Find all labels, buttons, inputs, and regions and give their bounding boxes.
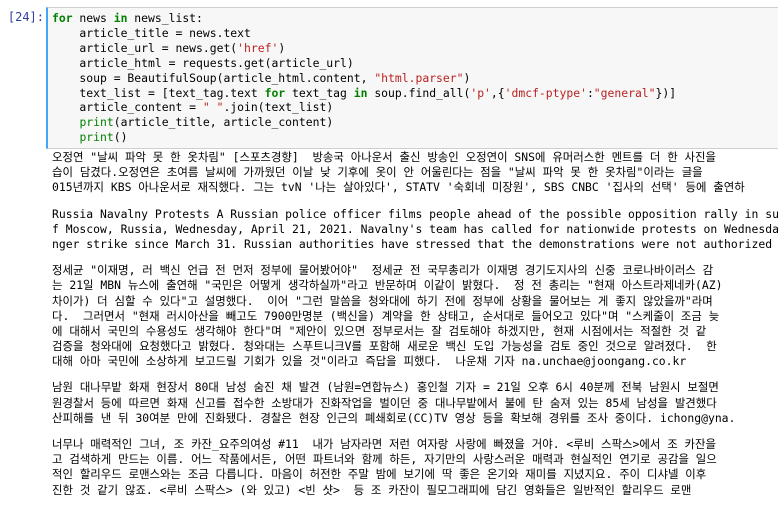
code-line[interactable]: soup = BeautifulSoup(article_html.conten… [52, 71, 778, 86]
code-token: article_url = news.get( [52, 40, 238, 55]
code-line[interactable]: article_url = news.get('href') [52, 41, 778, 56]
output-line: 검증을 청와대에 요청했다고 밝혔다. 청와대는 스푸트니크V를 포함해 새로운… [52, 339, 717, 354]
code-line[interactable]: print(article_title, article_content) [52, 115, 778, 130]
output-line: 대해 아마 국민에 소상하게 보고드릴 기회가 있을 것"이라고 즉답을 피했다… [52, 354, 687, 369]
code-token: news_list: [127, 11, 203, 25]
code-token: in [113, 11, 128, 25]
output-line: 015년까지 KBS 아나운서로 재직했다. 그는 tvN '나는 살아있다',… [52, 180, 745, 195]
code-token: " " [202, 100, 224, 115]
code-token: article_title = news.text [52, 25, 251, 40]
output-line: 적인 할리우드 로맨스와는 조금 다릅니다. 마음이 허전한 주말 밤에 보기에… [52, 467, 707, 482]
code-token: ,{ [490, 85, 505, 100]
code-token: print [79, 130, 114, 145]
code-token: ) [463, 70, 471, 85]
cell-prompt: [24]: [7, 10, 44, 24]
code-token: (article_title, article_content) [113, 115, 334, 130]
output-line: 원경찰서 등에 따르면 화재 신고를 접수한 소방대가 진화작업을 벌이던 중 … [52, 395, 717, 410]
output-line: 습이 담겼다.오정연은 초여름 날씨에 가까웠던 이날 낮 기후에 옷이 안 어… [52, 165, 703, 180]
code-line[interactable]: text_list = [text_tag.text for text_tag … [52, 86, 778, 101]
code-token: 'href' [237, 40, 279, 55]
output-article: 남원 대나무밭 화재 현장서 80대 남성 숨진 채 발견 (남원=연합뉴스) … [52, 380, 778, 426]
output-line: 는 21일 MBN 뉴스에 출연해 "국민은 어떻게 생각하실까"라고 반문하며… [52, 278, 723, 293]
output-article: 오정연 "날씨 파악 못 한 옷차림" [스포츠경향] 방송국 아나운서 출신 … [52, 150, 778, 196]
code-token: text_list = [text_tag.text [52, 85, 265, 100]
output-line: 에 대해서 국민의 수용성도 생각해야 한다"며 "제안이 있으면 정부로서는 … [52, 323, 707, 338]
code-token: soup = BeautifulSoup(article_html.conten… [52, 70, 375, 85]
output-line: 산피해를 낸 뒤 30여분 만에 진화됐다. 경찰은 현장 인근의 폐쇄회로(C… [52, 410, 736, 425]
output-line: 고 검색하게 만드는 이름. 어느 작품에서든, 어떤 파트너와 함께 하든, … [52, 452, 717, 467]
code-token: news [72, 11, 114, 25]
code-token: .join(text_list) [223, 100, 334, 115]
code-token: print [79, 115, 114, 130]
code-token: 'p' [470, 85, 491, 100]
code-token: () [113, 130, 128, 145]
code-token: : [586, 85, 594, 100]
output-line: nger strike since March 31. Russian auth… [52, 236, 778, 251]
code-token: 'dmcf-ptype' [504, 85, 587, 100]
code-token: in [353, 85, 368, 100]
output-article: 너무나 매력적인 그녀, 조 카잔_요주의여성 #11 내가 남자라면 저런 여… [52, 437, 778, 498]
code-line[interactable]: article_content = " ".join(text_list) [52, 100, 778, 115]
code-text[interactable]: for news in news_list: article_title = n… [48, 8, 778, 148]
code-token: article_content = [52, 100, 203, 115]
output-article: 정세균 "이재명, 러 백신 언급 전 먼저 정부에 물어봤어야" 정세균 전 … [52, 263, 778, 369]
output-line: 남원 대나무밭 화재 현장서 80대 남성 숨진 채 발견 (남원=연합뉴스) … [52, 380, 719, 395]
code-token: soup.find_all( [367, 85, 471, 100]
code-line[interactable]: print() [52, 130, 778, 145]
code-token: article_html = requests.get(article_url) [52, 55, 354, 70]
output-line: 오정연 "날씨 파악 못 한 옷차림" [스포츠경향] 방송국 아나운서 출신 … [52, 150, 716, 164]
output-line: 정세균 "이재명, 러 백신 언급 전 먼저 정부에 물어봤어야" 정세균 전 … [52, 263, 714, 278]
code-token: ) [278, 40, 286, 55]
output-article: Russia Navalny Protests A Russian police… [52, 207, 778, 253]
code-line[interactable]: article_title = news.text [52, 26, 778, 41]
code-token: "html.parser" [374, 70, 464, 85]
code-cell-editor[interactable]: for news in news_list: article_title = n… [46, 7, 778, 149]
code-line[interactable]: article_html = requests.get(article_url) [52, 56, 778, 71]
code-token: "general" [593, 85, 656, 100]
code-token: })] [655, 85, 677, 100]
output-line: Russia Navalny Protests A Russian police… [52, 206, 778, 221]
code-token: for [264, 85, 286, 100]
output-line: f Moscow, Russia, Wednesday, April 21, 2… [52, 221, 778, 236]
code-line[interactable]: for news in news_list: [52, 11, 778, 26]
cell-output-area: 오정연 "날씨 파악 못 한 옷차림" [스포츠경향] 방송국 아나운서 출신 … [52, 150, 778, 509]
code-token: text_tag [285, 85, 354, 100]
output-line: 진한 것 같기 않죠. <루비 스팍스> (와 있고) <빈 샷> 등 조 카잔… [52, 482, 692, 497]
code-token: for [52, 11, 73, 25]
output-line: 다. 그러면서 "현재 러시아산을 빼고도 7900만명분 (백신을) 계약을 … [52, 308, 720, 323]
output-line: 차이가) 더 심할 수 있다"고 설명했다. 이어 "그런 말씀을 청와대에 하… [52, 293, 713, 308]
output-line: 너무나 매력적인 그녀, 조 카잔_요주의여성 #11 내가 남자라면 저런 여… [52, 437, 716, 451]
